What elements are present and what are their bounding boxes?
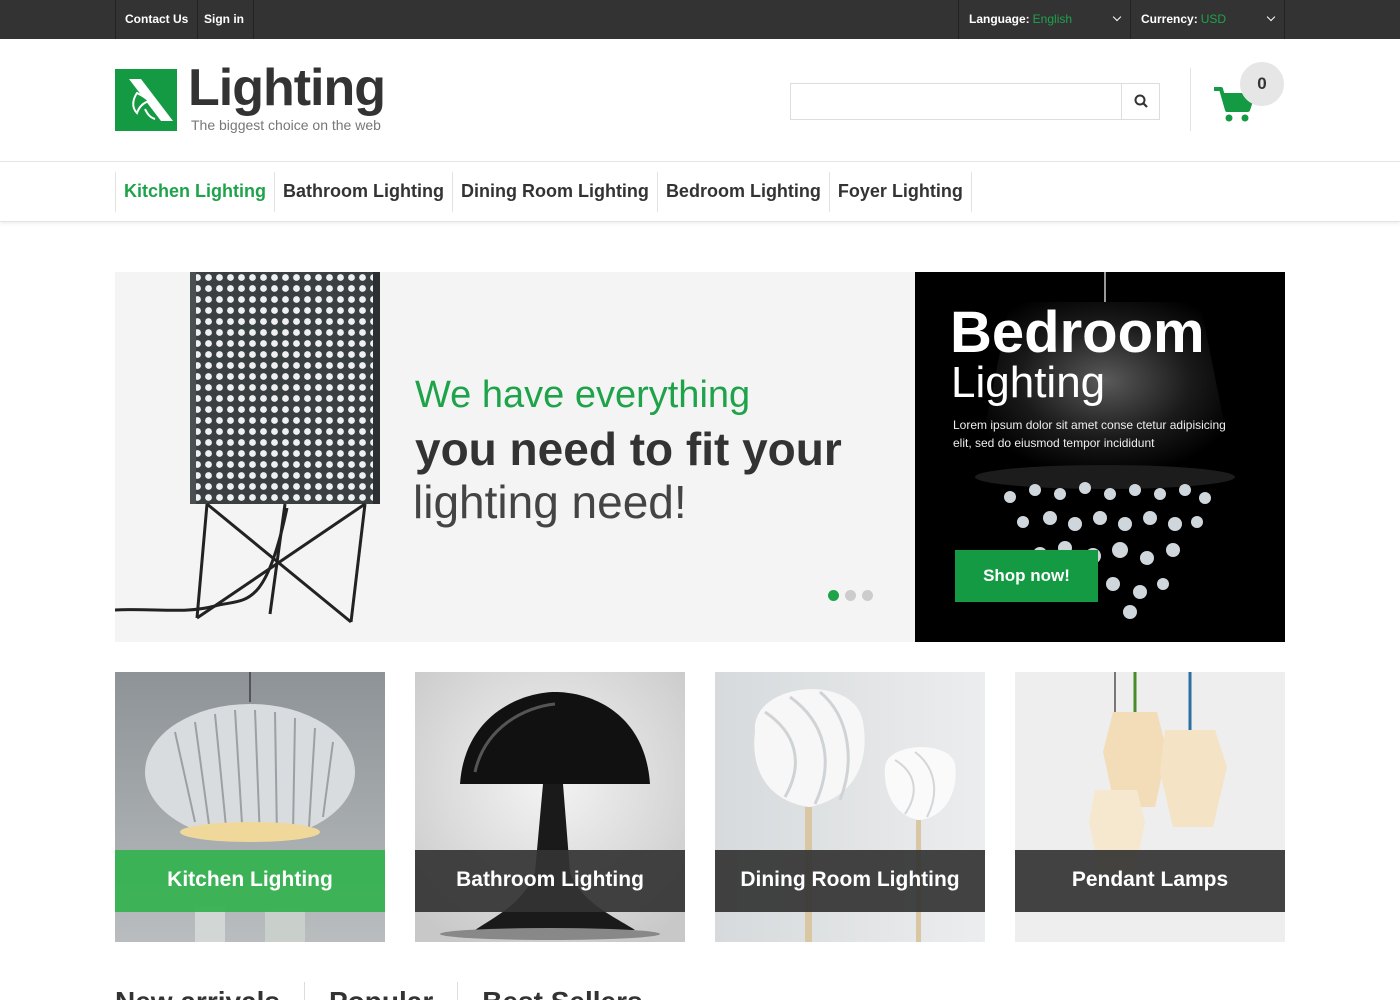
cart-count-badge[interactable]: 0 [1240, 62, 1284, 106]
category-label: Kitchen Lighting [115, 850, 385, 912]
tab-new-arrivals[interactable]: New arrivals [115, 982, 304, 1000]
tab-popular[interactable]: Popular [304, 982, 457, 1000]
language-value: English [1032, 12, 1073, 26]
language-label: Language: [969, 12, 1030, 26]
sign-in-link[interactable]: Sign in [195, 0, 254, 39]
promo-banner[interactable]: Bedroom Lighting Lorem ipsum dolor sit a… [915, 272, 1285, 642]
currency-select[interactable]: Currency: USD [1131, 0, 1285, 39]
category-label: Pendant Lamps [1015, 850, 1285, 912]
logo-icon[interactable] [115, 69, 177, 131]
nav-item-kitchen-lighting[interactable]: Kitchen Lighting [115, 172, 274, 212]
search-input[interactable] [790, 83, 1160, 120]
slide-heading-line1: We have everything [415, 374, 751, 416]
main-nav: Kitchen Lighting Bathroom Lighting Dinin… [0, 161, 1400, 222]
header-divider [1190, 68, 1191, 131]
brand-name[interactable]: Lighting [188, 58, 386, 118]
slide-heading-line3: lighting need! [413, 476, 687, 528]
search-button[interactable] [1121, 84, 1159, 119]
top-bar: Contact Us Sign in Language: English Curr… [0, 0, 1400, 39]
nav-item-foyer-lighting[interactable]: Foyer Lighting [828, 172, 972, 212]
slider-dot[interactable] [862, 590, 873, 601]
category-label: Dining Room Lighting [715, 850, 985, 912]
nav-item-bedroom-lighting[interactable]: Bedroom Lighting [656, 172, 829, 212]
language-select[interactable]: Language: English [958, 0, 1131, 39]
currency-value: USD [1200, 12, 1227, 26]
category-dining-room-lighting[interactable]: Dining Room Lighting [715, 672, 985, 942]
category-bathroom-lighting[interactable]: Bathroom Lighting [415, 672, 685, 942]
hero-slider[interactable]: We have everything you need to fit your … [115, 272, 915, 642]
category-label: Bathroom Lighting [415, 850, 685, 912]
brand-tagline: The biggest choice on the web [191, 117, 381, 133]
chevron-down-icon [1112, 12, 1122, 22]
category-pendant-lamps[interactable]: Pendant Lamps [1015, 672, 1285, 942]
category-kitchen-lighting[interactable]: Kitchen Lighting [115, 672, 385, 942]
promo-text: Lorem ipsum dolor sit amet conse ctetur … [953, 418, 1226, 450]
slider-dot[interactable] [828, 590, 839, 601]
slider-dot[interactable] [845, 590, 856, 601]
shop-now-button[interactable]: Shop now! [955, 550, 1098, 602]
tab-best-sellers[interactable]: Best Sellers [457, 982, 666, 1000]
nav-item-dining-room-lighting[interactable]: Dining Room Lighting [451, 172, 657, 212]
nav-item-bathroom-lighting[interactable]: Bathroom Lighting [273, 172, 452, 212]
chevron-down-icon [1266, 12, 1276, 22]
contact-us-link[interactable]: Contact Us [115, 0, 199, 39]
search-icon [1134, 94, 1148, 108]
promo-subtitle: Lighting [951, 358, 1106, 407]
promo-title: Bedroom [950, 300, 1205, 365]
product-tabs: New arrivals Popular Best Sellers [115, 982, 667, 1000]
lamp-image [115, 272, 380, 624]
slider-pagination [828, 590, 873, 601]
currency-label: Currency: [1141, 12, 1198, 26]
slide-heading-line2: you need to fit your [415, 423, 842, 475]
